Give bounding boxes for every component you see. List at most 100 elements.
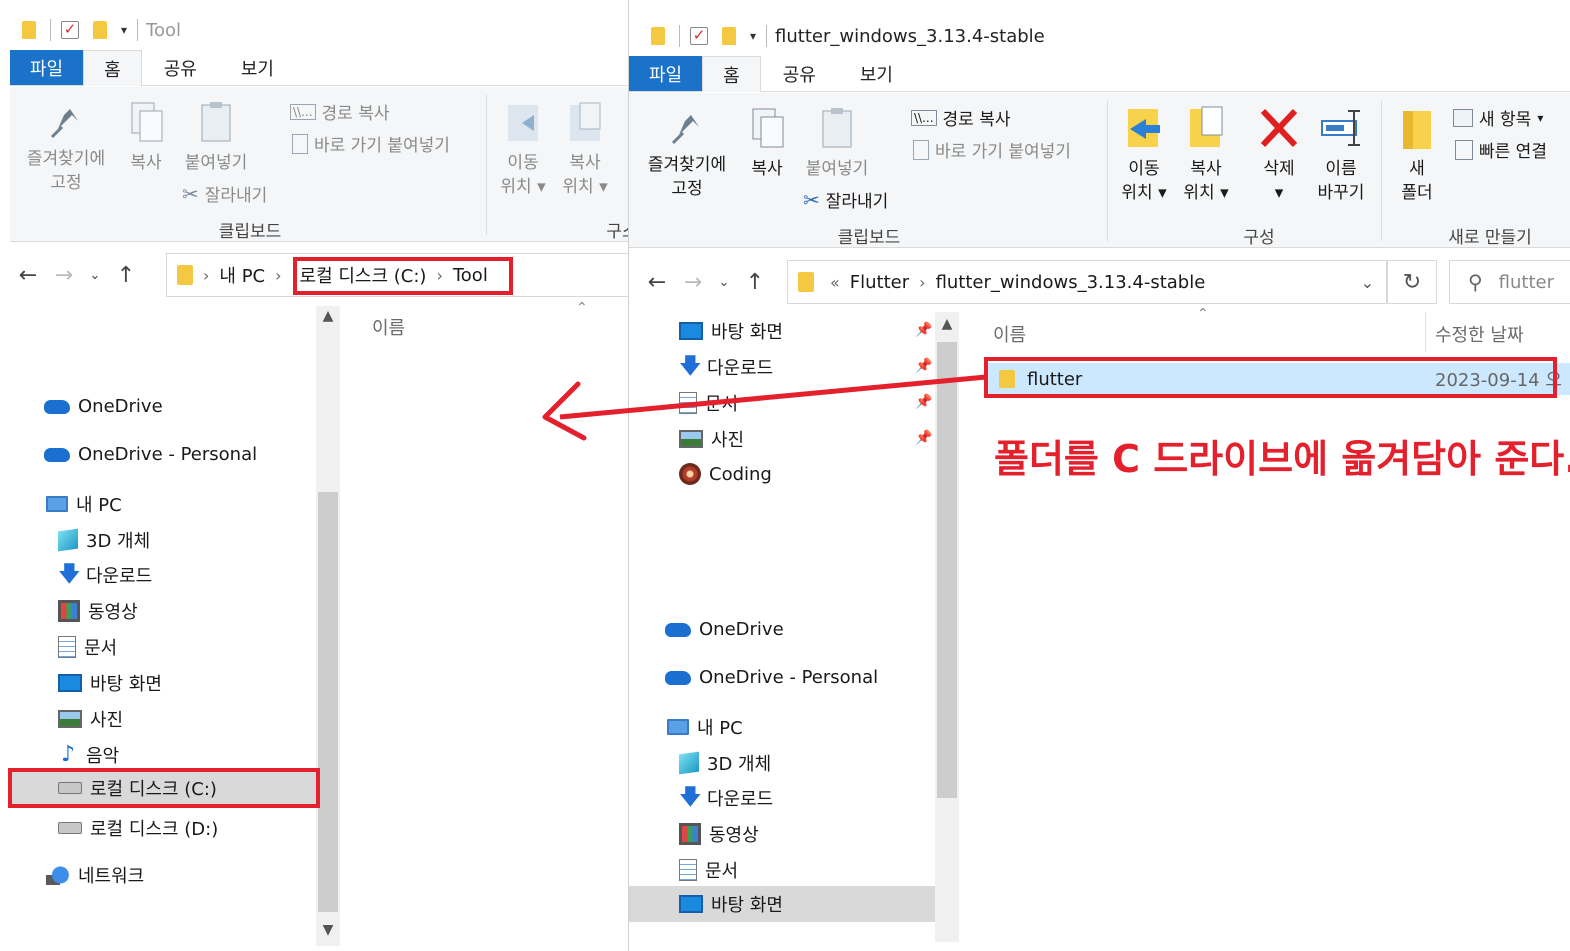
pinned-icon[interactable]: 📌: [915, 358, 932, 374]
refresh-icon[interactable]: ↻: [1387, 260, 1437, 304]
delete-dropdown-chevron-icon[interactable]: ▾: [1249, 181, 1309, 205]
nav-item-local-disk-d[interactable]: 로컬 디스크 (D:): [58, 815, 218, 841]
quick-access-coding[interactable]: Coding: [679, 463, 772, 485]
clipboard-icon: [822, 108, 852, 148]
nav-item-downloads[interactable]: 🡇 다운로드: [679, 785, 773, 811]
search-input[interactable]: ⚲ flutter: [1449, 260, 1570, 304]
move-to-button[interactable]: 이동 위치 ▾: [494, 101, 552, 199]
up-arrow-icon[interactable]: ↑: [108, 263, 144, 288]
properties-check-icon[interactable]: ✓: [59, 19, 81, 41]
column-header-name[interactable]: 이름: [372, 314, 405, 340]
nav-item-videos[interactable]: 동영상: [58, 598, 138, 624]
paste-button[interactable]: 붙여넣기: [174, 101, 258, 175]
chevron-right-icon[interactable]: ›: [203, 266, 209, 285]
recent-locations-chevron-icon[interactable]: ⌄: [711, 275, 737, 290]
tab-file[interactable]: 파일: [10, 50, 84, 85]
window-title: flutter_windows_3.13.4-stable: [775, 25, 1045, 47]
quick-access-dropdown-icon[interactable]: ▾: [750, 29, 756, 43]
back-arrow-icon[interactable]: ←: [10, 263, 46, 288]
nav-item-network[interactable]: 네트워크: [46, 862, 144, 888]
delete-button[interactable]: 삭제 ▾: [1249, 105, 1309, 205]
nav-item-desktop[interactable]: 바탕 화면: [629, 886, 935, 922]
tab-file[interactable]: 파일: [629, 56, 703, 91]
tab-home[interactable]: 홈: [702, 56, 761, 92]
tab-share[interactable]: 공유: [142, 50, 219, 85]
pin-to-quick-access-button[interactable]: 즐겨찾기에 고정: [18, 101, 114, 195]
tab-home[interactable]: 홈: [83, 50, 142, 86]
chevron-right-icon[interactable]: ›: [919, 273, 925, 292]
paste-button[interactable]: 붙여넣기: [795, 107, 879, 181]
nav-item-3d-objects[interactable]: 3D 개체: [679, 750, 771, 776]
forward-arrow-icon[interactable]: →: [46, 263, 82, 288]
tab-view[interactable]: 보기: [219, 50, 296, 85]
pinned-icon[interactable]: 📌: [915, 430, 932, 446]
tab-share[interactable]: 공유: [761, 56, 838, 91]
nav-item-videos[interactable]: 동영상: [679, 821, 759, 847]
nav-pane-scrollbar[interactable]: ▲ ▼: [316, 306, 340, 946]
tab-view[interactable]: 보기: [838, 56, 915, 91]
recent-locations-chevron-icon[interactable]: ⌄: [82, 268, 108, 283]
scrollbar-thumb[interactable]: [318, 492, 338, 912]
nav-item-onedrive[interactable]: OneDrive: [665, 619, 784, 640]
scrollbar-thumb[interactable]: [937, 342, 957, 798]
copy-to-button[interactable]: 복사 위치 ▾: [556, 101, 614, 199]
move-label-line2: 위치 ▾: [500, 177, 546, 197]
nav-item-onedrive-personal[interactable]: OneDrive - Personal: [44, 444, 257, 465]
nav-item-documents[interactable]: 문서: [679, 857, 738, 883]
pin-to-quick-access-button[interactable]: 즐겨찾기에 고정: [639, 107, 735, 201]
quick-access-downloads[interactable]: 🡇 다운로드: [679, 354, 773, 380]
copy-path-button[interactable]: \\... 경로 복사: [290, 99, 390, 124]
new-folder-quick-icon[interactable]: [718, 25, 740, 47]
breadcrumb-flutter[interactable]: Flutter: [850, 272, 909, 293]
forward-arrow-icon[interactable]: →: [675, 270, 711, 295]
properties-check-icon[interactable]: ✓: [688, 25, 710, 47]
paste-shortcut-button[interactable]: 바로 가기 붙여넣기: [913, 137, 1071, 162]
easy-access-button[interactable]: 빠른 연결: [1455, 137, 1547, 162]
column-divider[interactable]: [1425, 312, 1426, 352]
paste-shortcut-button[interactable]: 바로 가기 붙여넣기: [292, 131, 450, 156]
nav-item-desktop[interactable]: 바탕 화면: [58, 670, 162, 696]
scroll-up-arrow-icon[interactable]: ▲: [935, 316, 959, 332]
nav-item-onedrive-personal[interactable]: OneDrive - Personal: [665, 667, 878, 688]
copy-button[interactable]: 복사: [118, 101, 174, 175]
quick-access-documents[interactable]: 문서: [679, 390, 738, 416]
quick-access-dropdown-icon[interactable]: ▾: [121, 23, 127, 37]
copy-button[interactable]: 복사: [739, 107, 795, 181]
nav-item-my-pc[interactable]: 내 PC: [46, 491, 122, 517]
pinned-icon[interactable]: 📌: [915, 394, 932, 410]
quick-access-pictures[interactable]: 사진: [679, 426, 744, 452]
ribbon-tabs: 파일 홈 공유 보기: [629, 56, 1570, 92]
address-dropdown-chevron-icon[interactable]: ⌄: [1361, 273, 1374, 292]
annotation-text: 폴더를 C 드라이브에 옮겨담아 준다.: [994, 437, 1570, 481]
breadcrumb-flutter-windows[interactable]: flutter_windows_3.13.4-stable: [936, 272, 1206, 293]
column-header-name[interactable]: 이름: [993, 321, 1026, 347]
column-header-date-modified[interactable]: 수정한 날짜: [1435, 321, 1524, 347]
nav-item-onedrive[interactable]: OneDrive: [44, 396, 163, 417]
cut-button[interactable]: ✂ 잘라내기: [803, 187, 888, 213]
nav-item-documents[interactable]: 문서: [58, 634, 117, 660]
pinned-icon[interactable]: 📌: [915, 322, 932, 338]
up-arrow-icon[interactable]: ↑: [737, 270, 773, 295]
nav-item-music[interactable]: ♪ 음악: [58, 742, 119, 768]
new-item-button[interactable]: 새 항목 ▾: [1453, 105, 1543, 130]
copy-to-button[interactable]: 복사 위치 ▾: [1177, 105, 1235, 205]
back-arrow-icon[interactable]: ←: [639, 270, 675, 295]
nav-item-pictures[interactable]: 사진: [58, 706, 123, 732]
nav-item-downloads[interactable]: 🡇 다운로드: [58, 562, 152, 588]
copy-path-button[interactable]: \\... 경로 복사: [911, 105, 1011, 130]
overflow-chevron-icon[interactable]: «: [830, 273, 840, 292]
scroll-up-arrow-icon[interactable]: ▲: [316, 308, 340, 324]
chevron-right-icon[interactable]: ›: [275, 266, 281, 285]
nav-item-3d-objects[interactable]: 3D 개체: [58, 527, 150, 553]
new-folder-button[interactable]: 새 폴더: [1389, 105, 1445, 205]
cut-button[interactable]: ✂ 잘라내기: [182, 181, 267, 207]
move-to-button[interactable]: 이동 위치 ▾: [1115, 105, 1173, 205]
nav-pane-scrollbar[interactable]: ▲: [935, 312, 959, 942]
address-bar[interactable]: « Flutter › flutter_windows_3.13.4-stabl…: [787, 260, 1387, 304]
quick-access-desktop[interactable]: 바탕 화면: [679, 318, 783, 344]
new-folder-quick-icon[interactable]: [89, 19, 111, 41]
scroll-down-arrow-icon[interactable]: ▼: [316, 922, 340, 938]
breadcrumb-my-pc[interactable]: 내 PC: [219, 262, 265, 288]
nav-item-my-pc[interactable]: 내 PC: [667, 714, 743, 740]
rename-button[interactable]: 이름 바꾸기: [1309, 105, 1373, 205]
